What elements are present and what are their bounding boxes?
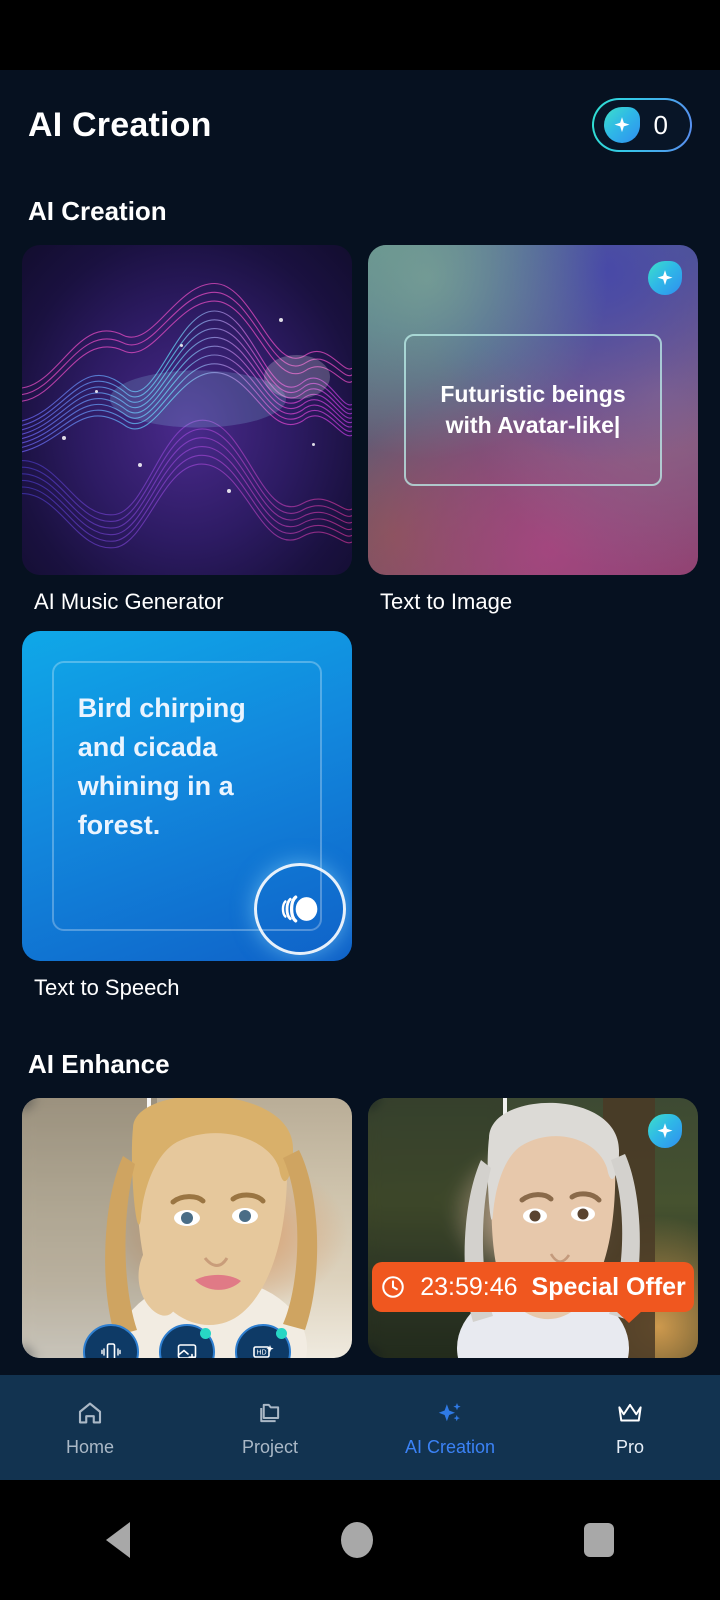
before-after-photo[interactable]: 23:59:46 Special Offer [368, 1098, 698, 1358]
prompt-input-box[interactable]: Futuristic beings with Avatar-like| [404, 334, 662, 486]
sparkle-dot [226, 489, 231, 494]
status-bar [0, 0, 720, 70]
enhance-action-buttons: HD [83, 1324, 291, 1358]
phone-screen: AI Creation 0 AI Creation AI Music Gener… [0, 0, 720, 1600]
text-to-image-art[interactable]: Futuristic beings with Avatar-like| [368, 245, 698, 575]
tab-label: AI Creation [404, 1436, 496, 1457]
card-text-to-speech[interactable]: Bird chirping and cicada whining in a fo… [22, 631, 352, 1001]
before-after-photo[interactable]: HD [22, 1098, 352, 1358]
card-label: AI Music Generator [34, 589, 224, 614]
tab-pro[interactable]: Pro [540, 1398, 720, 1458]
special-offer-banner[interactable]: 23:59:46 Special Offer [372, 1262, 694, 1323]
tab-home[interactable]: Home [0, 1398, 180, 1458]
tab-label: Pro [615, 1436, 644, 1457]
sparkle-dot [94, 390, 98, 394]
recents-button[interactable] [584, 1523, 615, 1557]
app-content: AI Creation 0 AI Creation AI Music Gener… [0, 70, 720, 1480]
sparkle-droplet-icon [648, 261, 682, 295]
sparkle-icon [438, 1402, 461, 1421]
new-dot-badge [276, 1328, 287, 1339]
page-title: AI Creation [28, 105, 212, 144]
droplet-shape [648, 1114, 682, 1148]
card-label: Text to Image [380, 589, 513, 614]
tab-project[interactable]: Project [180, 1398, 360, 1458]
app-header: AI Creation 0 [0, 70, 720, 180]
section-title-ai-creation: AI Creation [28, 196, 167, 226]
home-button[interactable] [340, 1522, 373, 1558]
droplet-shape [648, 261, 682, 295]
tab-label: Home [65, 1436, 114, 1457]
tts-prompt-text: Bird chirping and cicada whining in a fo… [77, 692, 246, 841]
speaker-icon [254, 863, 346, 955]
new-dot-badge [200, 1328, 211, 1339]
ai-enhance-grid: HD 23:59:46 Special Offer [0, 1098, 720, 1358]
offer-label: Special Offer [531, 1272, 686, 1301]
tab-ai-creation[interactable]: AI Creation [360, 1398, 540, 1458]
enhance-card-indoor[interactable]: HD [22, 1098, 352, 1358]
system-nav-bar [0, 1480, 720, 1600]
grid-empty-slot [368, 631, 698, 1001]
card-label: Text to Speech [34, 975, 180, 1000]
hd-upscale-icon[interactable]: HD [235, 1324, 291, 1358]
stabilize-icon[interactable] [83, 1324, 139, 1358]
image-enhance-icon[interactable] [159, 1324, 215, 1358]
credits-count: 0 [653, 109, 668, 140]
crown-icon [618, 1403, 642, 1421]
card-text-to-image[interactable]: Futuristic beings with Avatar-like| Text… [368, 245, 698, 615]
tab-label: Project [241, 1436, 299, 1457]
sparkle-droplet-icon [603, 107, 640, 143]
prompt-text: Futuristic beings with Avatar-like| [440, 380, 626, 438]
credits-badge[interactable]: 0 [592, 98, 692, 152]
enhance-card-outdoor[interactable]: 23:59:46 Special Offer [368, 1098, 698, 1358]
folder-icon [260, 1403, 280, 1422]
section-title-ai-enhance: AI Enhance [28, 1049, 170, 1079]
clock-icon [382, 1276, 404, 1298]
home-icon [78, 1402, 102, 1423]
ai-creation-grid: AI Music Generator Futuristic beings wit… [0, 245, 720, 1001]
text-to-speech-art[interactable]: Bird chirping and cicada whining in a fo… [22, 631, 352, 961]
ai-music-generator-art[interactable] [22, 245, 352, 575]
sparkle-dot [137, 462, 142, 467]
portrait-illustration [105, 1098, 318, 1358]
sparkle-droplet-icon [648, 1114, 682, 1148]
back-button[interactable] [105, 1522, 130, 1558]
offer-countdown: 23:59:46 [420, 1272, 518, 1301]
bottom-tab-bar: Home Project AI Creation Pro [0, 1375, 720, 1480]
card-ai-music-generator[interactable]: AI Music Generator [22, 245, 352, 615]
sound-wave-art [22, 282, 352, 549]
svg-text:HD: HD [256, 1350, 266, 1357]
